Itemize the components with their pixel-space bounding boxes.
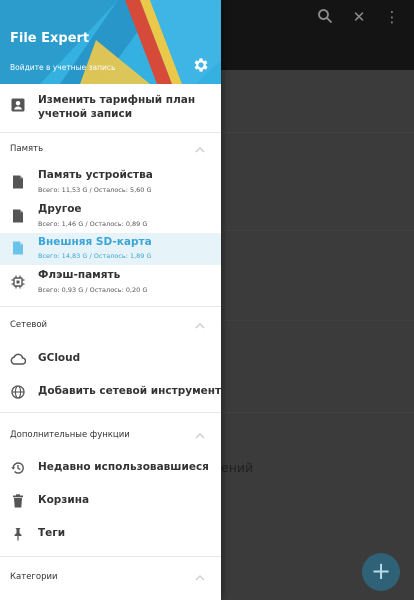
navigation-drawer: File Expert Войдите в учетные запись Изм… [0,0,221,600]
file-icon [13,209,23,223]
extras-item-tags[interactable]: Теги [0,522,221,548]
section-network-title: Сетевой [10,320,48,330]
account-box-icon [11,98,25,112]
pin-icon [14,528,22,541]
more-vert-icon[interactable]: ⋮ [383,8,401,26]
divider [0,306,221,307]
section-extras-title: Дополнительные функции [10,430,130,440]
close-icon[interactable]: ✕ [350,8,368,26]
storage-item-details: Всего: 0,93 G / Осталось: 0,20 G [38,286,148,294]
storage-item-details: Всего: 1,46 G / Осталось: 0,89 G [38,220,148,228]
network-item-label: Добавить сетевой инструмент [38,385,221,397]
network-item-add[interactable]: Добавить сетевой инструмент [0,379,221,405]
chevron-up-icon[interactable] [195,145,205,155]
storage-item-label: Другое [38,203,82,215]
sd-card-icon [13,241,23,255]
storage-item-other[interactable]: Другое Всего: 1,46 G / Осталось: 0,89 G [0,200,221,233]
chevron-up-icon[interactable] [195,431,205,441]
background-list-text: ений [221,460,254,475]
extras-item-label: Корзина [38,494,90,506]
divider [0,556,221,557]
login-link[interactable]: Войдите в учетные запись [10,63,115,72]
extras-item-label: Недавно использовавшиеся [38,461,209,473]
search-icon[interactable] [316,8,334,26]
upgrade-plan-label: Изменить тарифный план учетной записи [38,94,196,120]
storage-item-label: Память устройства [38,169,153,181]
memory-chip-icon [11,275,25,289]
chevron-up-icon[interactable] [195,573,205,583]
storage-item-flash[interactable]: Флэш-память Всего: 0,93 G / Осталось: 0,… [0,266,221,300]
network-item-label: GCloud [38,352,81,364]
divider [0,132,221,133]
globe-icon [11,385,25,399]
gear-icon[interactable] [192,56,210,74]
history-icon [11,462,24,474]
app-title: File Expert [10,31,90,46]
file-icon [13,175,23,189]
add-fab-button[interactable]: + [362,553,400,591]
upgrade-plan-item[interactable]: Изменить тарифный план учетной записи [0,86,221,130]
storage-item-sd-card[interactable]: Внешняя SD-карта Всего: 14,83 G / Остало… [0,233,221,265]
storage-item-details: Всего: 11,53 G / Осталось: 5,60 G [38,186,152,194]
section-categories-title: Категории [10,572,58,582]
extras-item-trash[interactable]: Корзина [0,489,221,515]
extras-item-recent[interactable]: Недавно использовавшиеся [0,456,221,482]
extras-item-label: Теги [38,527,66,539]
storage-item-label: Флэш-память [38,269,121,281]
drawer-header: File Expert Войдите в учетные запись [0,0,221,84]
storage-item-device[interactable]: Память устройства Всего: 11,53 G / Остал… [0,166,221,200]
cloud-icon [10,353,26,365]
network-item-gcloud[interactable]: GCloud [0,346,221,372]
storage-item-details: Всего: 14,83 G / Осталось: 1,89 G [38,252,152,260]
chevron-up-icon[interactable] [195,321,205,331]
trash-icon [13,494,23,508]
divider [0,412,221,413]
section-memory-title: Память [10,144,44,154]
storage-item-label: Внешняя SD-карта [38,236,152,248]
